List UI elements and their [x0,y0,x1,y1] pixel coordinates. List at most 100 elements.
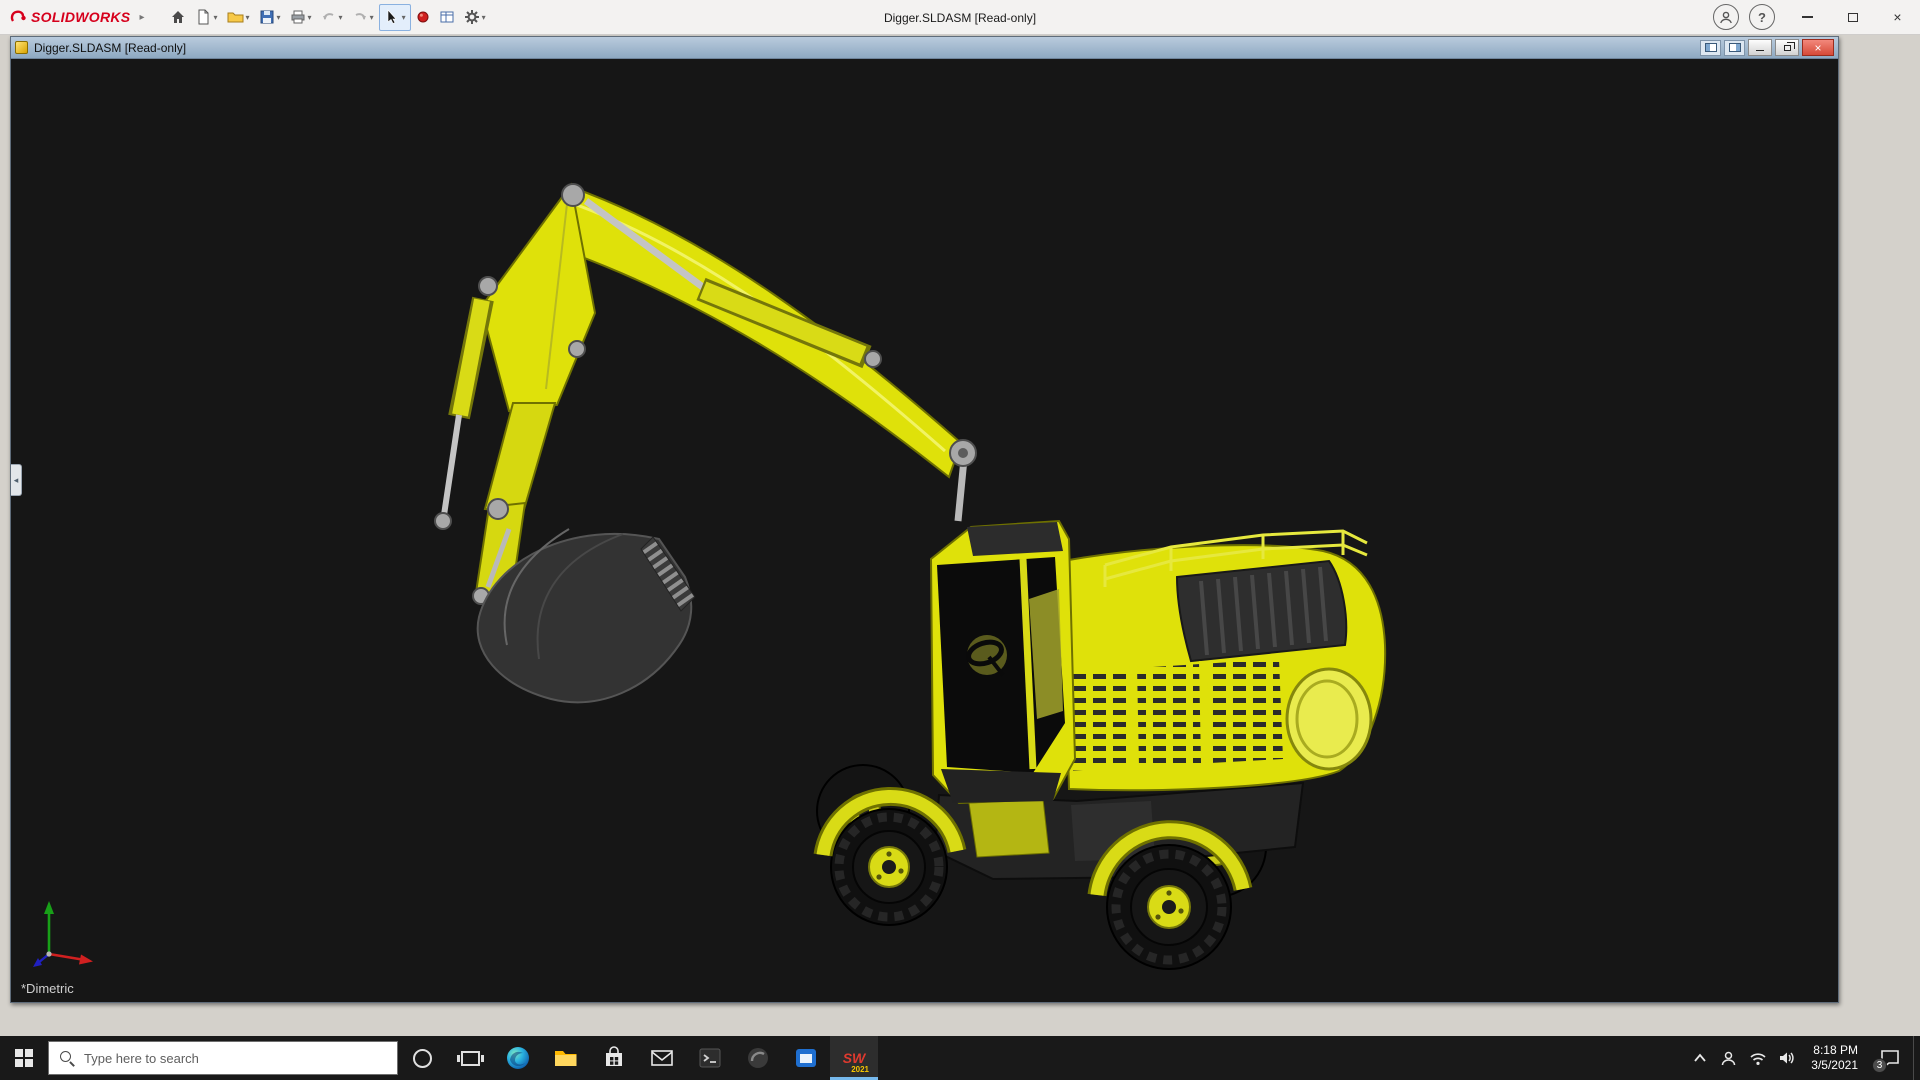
pane-toggle-left-button[interactable] [1700,39,1721,56]
excavator-model[interactable] [11,59,1838,1002]
pane-toggle-right-icon [1728,43,1741,52]
console-button[interactable] [686,1036,734,1080]
doc-restore-button[interactable] [1775,39,1799,56]
dropdown-caret-icon[interactable]: ▾ [277,13,281,22]
edge-button[interactable] [494,1036,542,1080]
app-titlebar[interactable]: SOLIDWORKS ▸ ▾ ▾ ▾ ▾ ▾ ▾ ▾ ▾ Digger.SLDA… [0,0,1920,35]
print-button[interactable]: ▾ [286,4,316,31]
show-desktop-button[interactable] [1913,1036,1920,1080]
menu-expand-arrow-icon[interactable]: ▸ [139,12,144,23]
stick [483,402,557,515]
document-properties-button[interactable] [435,4,459,31]
taskbar-search[interactable] [48,1041,398,1075]
user-account-icon [1720,11,1732,24]
contacts-icon [1722,1051,1736,1065]
document-window-controls: × [1700,39,1834,56]
options-button[interactable]: ▾ [460,4,490,31]
pane-toggle-left-icon [1704,43,1717,52]
dropdown-caret-icon[interactable]: ▾ [339,13,343,22]
help-button[interactable]: ? [1749,4,1775,30]
select-tool-button[interactable]: ▾ [378,3,411,31]
doc-close-button[interactable]: × [1802,39,1834,56]
contacts-tray-button[interactable] [1715,1036,1742,1080]
task-view-button[interactable] [446,1036,494,1080]
store-icon [606,1046,622,1066]
chevron-up-icon [1694,1053,1706,1062]
appearance-button[interactable] [412,4,434,31]
mail-icon [651,1050,673,1066]
reference-triad[interactable] [31,892,101,970]
clock-date: 3/5/2021 [1811,1058,1858,1072]
dropdown-caret-icon[interactable]: ▾ [370,13,374,22]
dark-app-icon [748,1048,768,1068]
document-window: Digger.SLDASM [Read-only] × ◂ *Dimetric [10,36,1839,1003]
console-icon [699,1048,721,1068]
hidden-icons-button[interactable] [1686,1036,1713,1080]
action-center-button[interactable]: 3 [1869,1036,1911,1080]
cortana-icon [412,1048,432,1068]
boom-head-plate [479,182,597,413]
close-button[interactable]: × [1875,0,1920,35]
maximize-icon [1847,12,1858,22]
brand-name: SOLIDWORKS [31,9,131,25]
x-axis-arrow [79,954,93,965]
solidworks-taskbar-button[interactable]: SW 2021 [830,1036,878,1080]
redo-button[interactable]: ▾ [348,4,378,31]
assembly-document-icon [15,41,28,54]
dark-app-button[interactable] [734,1036,782,1080]
home-icon [172,11,185,23]
document-title: Digger.SLDASM [Read-only] [34,40,187,55]
maximize-button[interactable] [1830,0,1875,35]
mail-button[interactable] [638,1036,686,1080]
featuremanager-collapse-tab[interactable]: ◂ [11,464,22,497]
cortana-button[interactable] [398,1036,446,1080]
new-document-button[interactable]: ▾ [191,4,221,31]
save-button[interactable]: ▾ [255,4,285,31]
3ds-mark-icon [10,10,26,22]
user-account-button[interactable] [1713,4,1739,30]
rear-wheel [1106,844,1232,970]
graphics-viewport[interactable]: ◂ *Dimetric [11,59,1838,1002]
network-icon [1750,1052,1766,1065]
volume-tray-button[interactable] [1773,1036,1800,1080]
dropdown-caret-icon[interactable]: ▾ [482,13,486,22]
y-axis-arrow [44,901,54,914]
redo-icon [355,13,366,20]
minimize-button[interactable] [1785,0,1830,35]
dropdown-caret-icon[interactable]: ▾ [213,13,217,22]
boom [547,185,963,479]
restore-icon [1783,41,1795,51]
cab [929,519,1077,805]
body-housing [1059,529,1387,792]
media-app-button[interactable] [782,1036,830,1080]
close-icon: × [1814,40,1822,55]
solidworks-logo: SOLIDWORKS ▸ [10,9,144,25]
close-icon: × [1893,9,1902,25]
file-explorer-icon [555,1051,577,1066]
open-icon [227,12,243,23]
document-titlebar[interactable]: Digger.SLDASM [Read-only] × [11,37,1838,59]
dropdown-caret-icon[interactable]: ▾ [402,13,406,22]
dropdown-caret-icon[interactable]: ▾ [308,13,312,22]
undo-icon [322,13,333,20]
open-button[interactable]: ▾ [223,4,254,31]
file-explorer-button[interactable] [542,1036,590,1080]
boom-assembly [434,182,977,605]
pane-toggle-right-button[interactable] [1724,39,1745,56]
clock-time: 8:18 PM [1813,1043,1858,1057]
search-input[interactable] [84,1050,386,1066]
home-button[interactable] [166,4,190,31]
cab-roof-panel [967,522,1063,556]
taskbar-clock[interactable]: 8:18 PM 3/5/2021 [1802,1036,1867,1080]
mdi-client-area: Digger.SLDASM [Read-only] × ◂ *Dimetric [0,35,1920,1036]
side-vents [1059,659,1283,771]
dropdown-caret-icon[interactable]: ▾ [246,13,250,22]
start-icon [15,1049,33,1067]
volume-icon [1779,1052,1794,1064]
undo-button[interactable]: ▾ [317,4,347,31]
minimize-icon [1756,49,1764,52]
doc-minimize-button[interactable] [1748,39,1772,56]
store-button[interactable] [590,1036,638,1080]
start-button[interactable] [0,1036,48,1080]
network-tray-button[interactable] [1744,1036,1771,1080]
